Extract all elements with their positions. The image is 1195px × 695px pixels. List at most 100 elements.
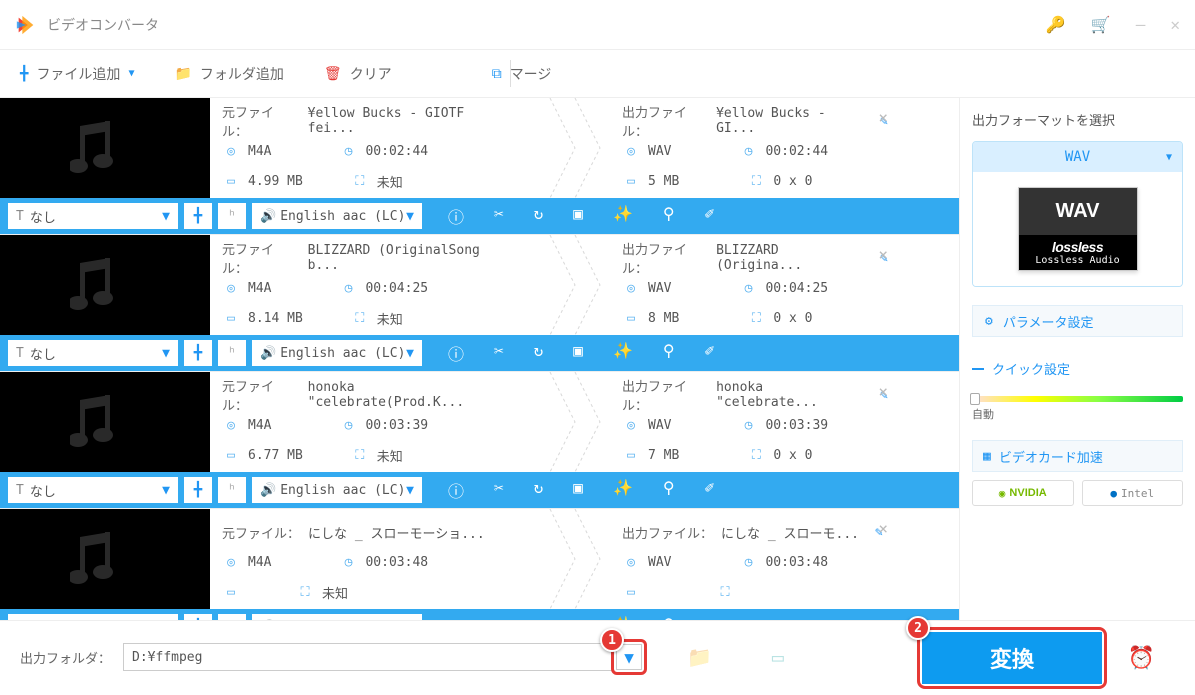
clear-button[interactable]: 🗑 クリア [324,64,392,84]
clock-icon: ◷ [339,555,357,570]
src-resolution: 未知 [377,309,403,328]
output-folder-dropdown-highlight: ▼ 1 [611,639,647,675]
crop-icon[interactable]: ▣ [573,204,583,228]
edit-icon[interactable]: ✐ [705,204,715,228]
crop-icon[interactable]: ▣ [573,478,583,502]
crop-icon[interactable]: ▣ [573,341,583,365]
format-card: WAV lossless Lossless Audio [1018,187,1138,271]
out-file-label: 出力ファイル： [622,376,708,414]
key-icon[interactable]: 🔑 [1046,15,1066,34]
clock-icon: ◷ [739,555,757,570]
add-subtitle-button[interactable]: ╋ [184,477,212,503]
gpu-accel-button[interactable]: ▦ ビデオカード加速 [972,440,1183,472]
watermark-icon[interactable]: ⚲ [663,204,675,228]
src-duration: 00:03:39 [365,418,428,433]
app-logo [15,14,37,36]
audio-dropdown[interactable]: 🔊English aac (LC)▼ [252,340,422,366]
rotate-icon[interactable]: ↻ [534,341,544,365]
audio-dropdown[interactable]: 🔊English aac (LC)▼ [252,477,422,503]
plus-icon: ╋ [20,66,28,82]
cut-icon[interactable]: ✂ [494,341,504,365]
add-subtitle-button[interactable]: ╋ [184,340,212,366]
effects-icon[interactable]: ✨ [613,478,633,502]
folder-icon: ▭ [222,585,240,600]
file-thumbnail[interactable] [0,372,210,472]
quality-slider[interactable] [972,396,1183,402]
arrow-divider [530,509,610,609]
convert-button[interactable]: 変換 [922,632,1102,684]
file-thumbnail[interactable] [0,98,210,198]
out-resolution: 0 x 0 [773,448,812,463]
out-format: WAV [648,281,671,296]
clock-icon: ◷ [339,144,357,159]
clock-icon: ◷ [739,144,757,159]
file-list: 元ファイル：¥ellow Bucks - GIOTF fei... ◎M4A◷0… [0,98,960,620]
rotate-icon[interactable]: ↻ [534,478,544,502]
merge-button[interactable]: ⧉ マージ [492,64,552,84]
src-resolution: 未知 [377,446,403,465]
info-icon[interactable]: ⓘ [448,204,464,228]
remove-file-icon[interactable]: × [878,519,888,538]
subtitle-settings-button[interactable]: ʰ [218,203,246,229]
watermark-icon[interactable]: ⚲ [663,478,675,502]
output-info: × 出力ファイル：honoka "celebrate...✎ ◎WAV◷00:0… [610,372,900,472]
effects-icon[interactable]: ✨ [613,204,633,228]
resolution-icon: ⛶ [351,174,369,189]
src-file-name: にしな _ スローモーショ... [308,523,485,542]
src-format: M4A [248,144,271,159]
out-duration: 00:03:39 [765,418,828,433]
slider-thumb[interactable] [970,393,980,405]
info-icon[interactable]: ⓘ [448,341,464,365]
clock-icon: ◷ [739,418,757,433]
minimize-button[interactable]: — [1136,15,1146,34]
src-format: M4A [248,281,271,296]
remove-file-icon[interactable]: × [878,382,888,401]
open-folder-icon[interactable]: 📁 [687,645,712,669]
output-folder-input[interactable] [123,643,613,671]
src-duration: 00:02:44 [365,144,428,159]
subtitle-settings-button[interactable]: ʰ [218,477,246,503]
parameter-settings-button[interactable]: ⚙ パラメータ設定 [972,305,1183,337]
remove-file-icon[interactable]: × [878,245,888,264]
resolution-icon: ⛶ [716,585,734,600]
out-resolution: 0 x 0 [773,174,812,189]
add-subtitle-button[interactable]: ╋ [184,203,212,229]
subtitle-dropdown[interactable]: Tなし▼ [8,340,178,366]
clock-icon: ◷ [339,281,357,296]
schedule-icon[interactable]: ⏰ [1128,646,1155,671]
folder-icon: ▭ [622,174,640,189]
file-thumbnail[interactable] [0,235,210,335]
arrow-divider [530,98,610,198]
file-thumbnail[interactable] [0,509,210,609]
cut-icon[interactable]: ✂ [494,478,504,502]
source-info: 元ファイル：honoka "celebrate(Prod.K... ◎M4A◷0… [210,372,530,472]
format-selector[interactable]: WAV ▼ WAV lossless Lossless Audio [972,141,1183,287]
chip-icon: ▦ [983,449,991,464]
subtitle-settings-button[interactable]: ʰ [218,340,246,366]
file-action-bar: Tなし▼ ╋ ʰ 🔊English aac (LC)▼ ⓘ ✂ ↻ ▣ ✨ ⚲ … [0,609,959,620]
remove-file-icon[interactable]: × [878,108,888,127]
audio-dropdown[interactable]: 🔊English aac (LC)▼ [252,203,422,229]
subtitle-dropdown[interactable]: Tなし▼ [8,203,178,229]
disc-icon: ◎ [222,418,240,433]
arrow-divider [530,372,610,472]
edit-icon[interactable]: ✐ [705,341,715,365]
subtitle-dropdown[interactable]: Tなし▼ [8,477,178,503]
convert-highlight: 変換 2 [917,627,1107,689]
video-output-icon[interactable]: ▭ [772,645,784,669]
folder-icon: ▭ [622,448,640,463]
cut-icon[interactable]: ✂ [494,204,504,228]
info-icon[interactable]: ⓘ [448,478,464,502]
add-folder-button[interactable]: 📁 フォルダ追加 [174,64,283,84]
edit-icon[interactable]: ✐ [705,478,715,502]
cart-icon[interactable]: 🛒 [1091,15,1111,34]
effects-icon[interactable]: ✨ [613,341,633,365]
quick-settings-title: クイック設定 [972,359,1183,378]
rotate-icon[interactable]: ↻ [534,204,544,228]
add-file-button[interactable]: ╋ ファイル追加 ▼ [20,64,134,84]
watermark-icon[interactable]: ⚲ [663,341,675,365]
slider-auto-label: 自動 [972,406,1183,422]
close-button[interactable]: ✕ [1170,15,1180,34]
out-size: 7 MB [648,448,679,463]
src-file-label: 元ファイル： [222,239,300,277]
